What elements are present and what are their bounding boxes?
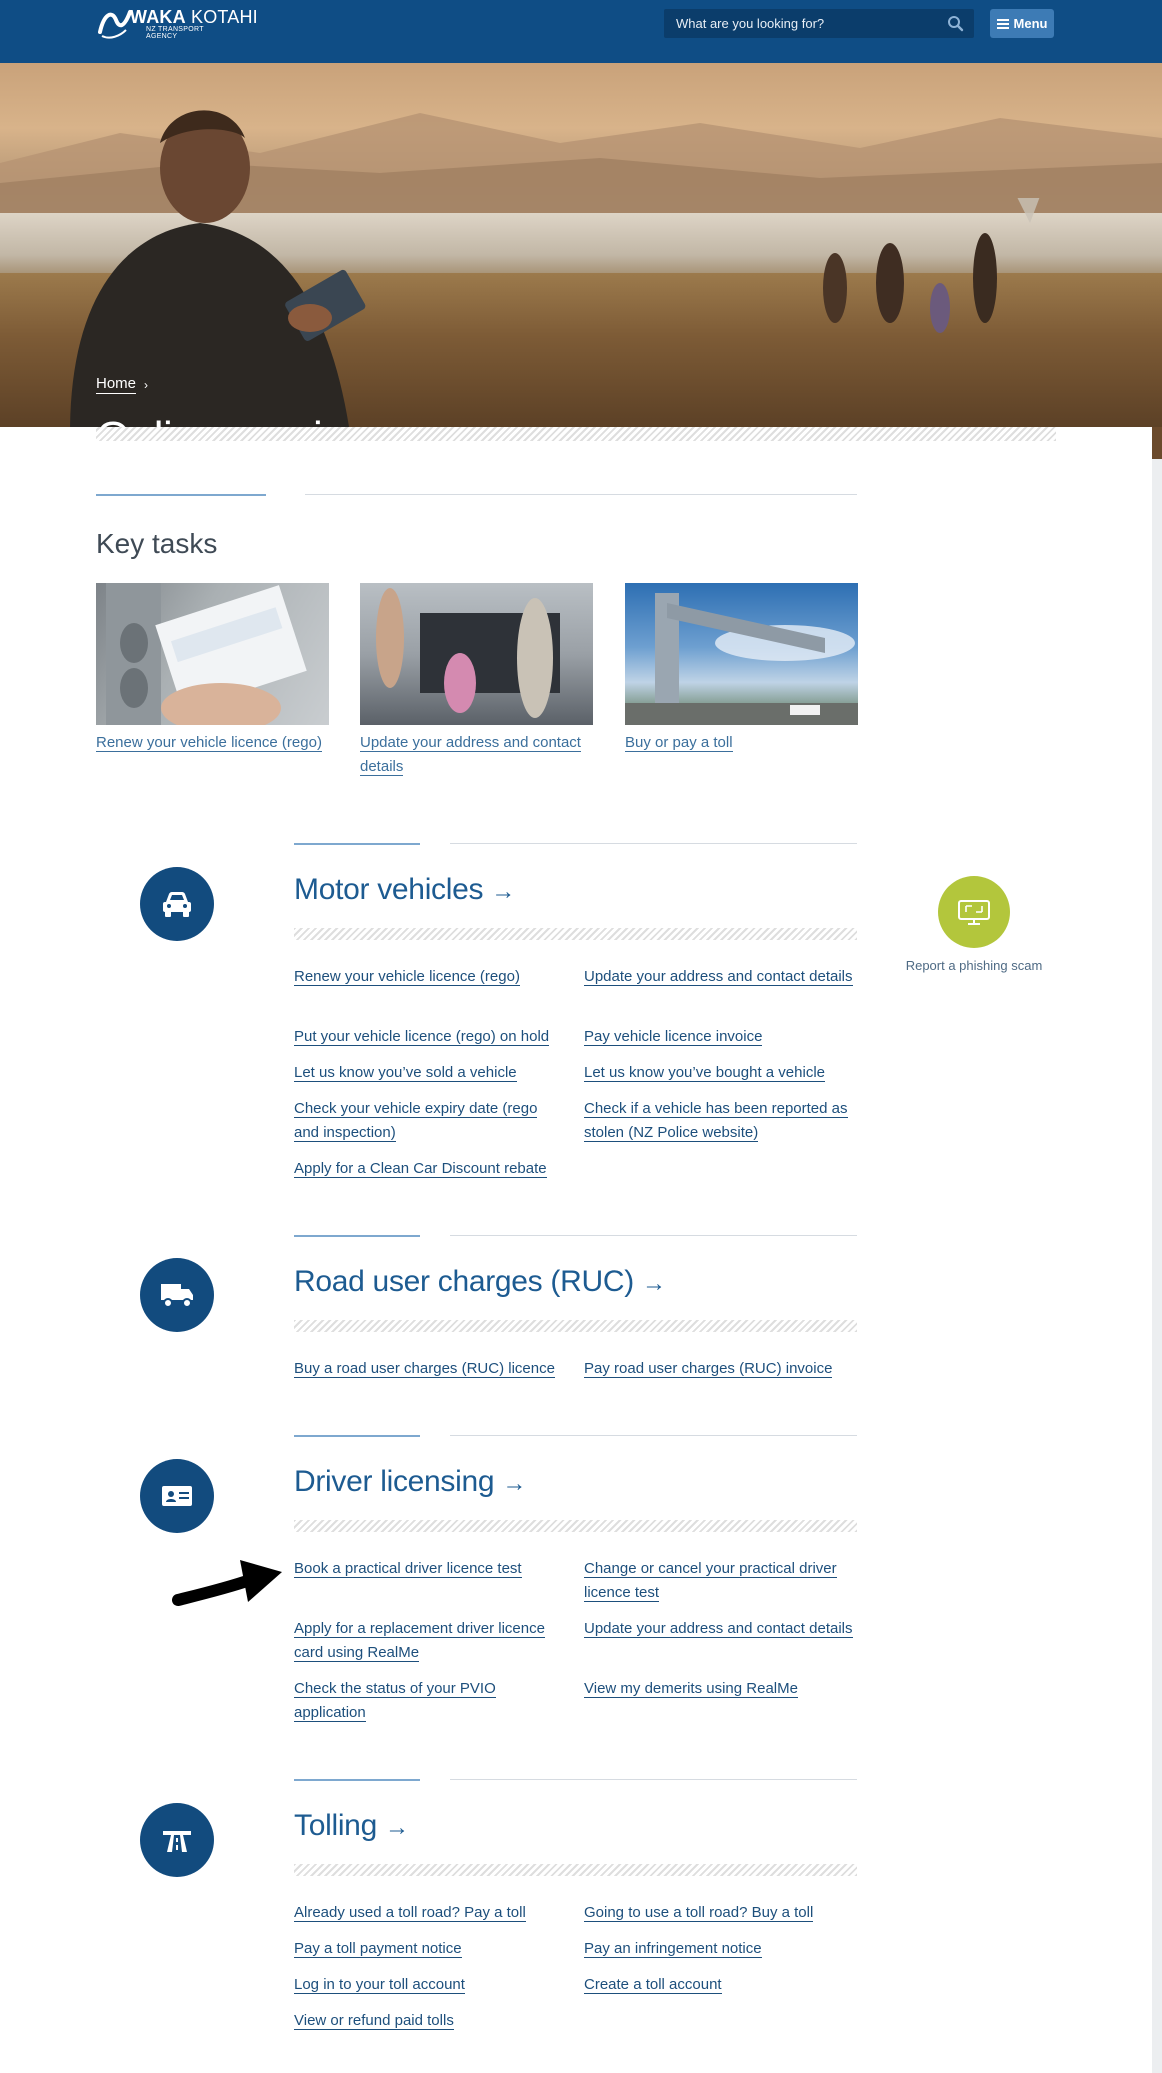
hamburger-icon [996, 18, 1009, 29]
breadcrumb-home-link[interactable]: Home [96, 375, 137, 394]
driver-rule [450, 1435, 857, 1436]
menu-button[interactable]: Menu [990, 9, 1054, 38]
motor-link-rego-hold[interactable]: Put your vehicle licence (rego) on hold [294, 1025, 564, 1049]
toll-link-login[interactable]: Log in to your toll account [294, 1973, 564, 1997]
key-task-rego[interactable]: Renew your vehicle licence (rego) [96, 583, 329, 755]
key-tasks-accent-rule [96, 494, 266, 496]
key-task-rego-link[interactable]: Renew your vehicle licence (rego) [96, 734, 322, 752]
key-tasks-heading: Key tasks [96, 528, 218, 559]
ruc-link-buy[interactable]: Buy a road user charges (RUC) licence [294, 1357, 584, 1381]
pointer-arrow-icon [172, 1560, 282, 1606]
key-task-address[interactable]: Update your address and contact details [360, 583, 593, 779]
driver-link-book-test[interactable]: Book a practical driver licence test [294, 1557, 564, 1581]
ruc-hatch [294, 1320, 857, 1332]
ruc-rule [450, 1235, 857, 1236]
arrow-right-icon: → [385, 1814, 409, 1841]
tolling-rule [450, 1779, 857, 1780]
phishing-label[interactable]: Report a phishing scam [900, 958, 1048, 973]
truck-icon [161, 1284, 193, 1308]
toll-gantry-image [625, 583, 858, 725]
motor-link-stolen-check[interactable]: Check if a vehicle has been reported as … [584, 1097, 864, 1145]
ruc-circle [140, 1258, 214, 1332]
report-phishing[interactable]: Report a phishing scam [900, 876, 1048, 973]
toll-link-buy-toll[interactable]: Going to use a toll road? Buy a toll [584, 1901, 854, 1925]
motor-vehicles-circle [140, 867, 214, 941]
ruc-accent-rule [294, 1235, 420, 1237]
phishing-circle [938, 876, 1010, 948]
toll-link-payment-notice[interactable]: Pay a toll payment notice [294, 1937, 564, 1961]
motor-link-bought-vehicle[interactable]: Let us know you’ve bought a vehicle [584, 1061, 854, 1085]
driver-hatch [294, 1520, 857, 1532]
site-search [664, 9, 974, 38]
search-icon[interactable] [947, 15, 964, 32]
motor-link-pay-invoice[interactable]: Pay vehicle licence invoice [584, 1025, 854, 1049]
hero-family-with-kite [823, 198, 1040, 333]
tolling-hatch [294, 1864, 857, 1876]
logo-tagline: NZ TRANSPORT AGENCY [146, 26, 204, 40]
search-input[interactable] [664, 9, 944, 38]
motor-vehicles-title[interactable]: Motor vehicles → [294, 873, 515, 907]
ruc-link-pay-invoice[interactable]: Pay road user charges (RUC) invoice [584, 1357, 854, 1381]
logo-wordmark: WAKA KOTAHI [130, 7, 258, 27]
key-task-toll[interactable]: Buy or pay a toll [625, 583, 858, 755]
driver-link-pvio-status[interactable]: Check the status of your PVIO applicatio… [294, 1677, 524, 1725]
motor-link-update-address[interactable]: Update your address and contact details [584, 965, 854, 989]
motor-vehicles-hatch [294, 928, 857, 940]
menu-label: Menu [1013, 16, 1048, 31]
motor-link-sold-vehicle[interactable]: Let us know you’ve sold a vehicle [294, 1061, 564, 1085]
hero-hatch-divider [96, 427, 1056, 441]
driver-circle [140, 1459, 214, 1533]
toll-link-view-refund[interactable]: View or refund paid tolls [294, 2009, 564, 2033]
tolling-title[interactable]: Tolling → [294, 1809, 409, 1843]
driver-accent-rule [294, 1435, 420, 1437]
page-scroll-edge-top [1152, 427, 1162, 459]
breadcrumb: Home › [96, 375, 148, 394]
waka-kotahi-logo[interactable]: WAKA KOTAHI NZ TRANSPORT AGENCY [96, 6, 258, 42]
driver-link-update-address[interactable]: Update your address and contact details [584, 1617, 854, 1641]
arrow-right-icon: → [491, 878, 515, 905]
motor-link-clean-car[interactable]: Apply for a Clean Car Discount rebate [294, 1157, 584, 1181]
breadcrumb-separator: › [144, 377, 149, 392]
page-title: Online services [96, 413, 390, 427]
hero-person-with-tablet [70, 110, 366, 427]
site-header: WAKA KOTAHI NZ TRANSPORT AGENCY Menu [0, 0, 1162, 63]
motor-vehicles-rule [450, 843, 857, 844]
key-task-toll-link[interactable]: Buy or pay a toll [625, 734, 733, 752]
driver-link-demerits[interactable]: View my demerits using RealMe [584, 1677, 854, 1701]
motor-vehicles-accent-rule [294, 843, 420, 845]
driver-link-replacement-card[interactable]: Apply for a replacement driver licence c… [294, 1617, 564, 1665]
tolling-accent-rule [294, 1779, 420, 1781]
arrow-right-icon: → [502, 1470, 527, 1497]
driver-licensing-title[interactable]: Driver licensing → [294, 1465, 526, 1499]
toll-link-pay-used[interactable]: Already used a toll road? Pay a toll [294, 1901, 564, 1925]
driver-link-change-test[interactable]: Change or cancel your practical driver l… [584, 1557, 854, 1605]
tolling-circle [140, 1803, 214, 1877]
family-car-image [360, 583, 593, 725]
car-icon [163, 892, 191, 917]
key-tasks-rule [305, 494, 857, 495]
id-card-icon [162, 1486, 192, 1506]
toll-link-create-account[interactable]: Create a toll account [584, 1973, 854, 1997]
page-scroll-edge [1152, 427, 1162, 2073]
computer-warning-icon [958, 900, 990, 925]
hero-banner: Home › Online services [0, 63, 1162, 427]
ruc-title[interactable]: Road user charges (RUC) → [294, 1265, 666, 1299]
toll-link-infringement[interactable]: Pay an infringement notice [584, 1937, 854, 1961]
arrow-right-icon: → [641, 1270, 666, 1297]
motor-link-renew-rego[interactable]: Renew your vehicle licence (rego) [294, 965, 564, 989]
toll-road-icon [163, 1831, 191, 1852]
key-task-address-link[interactable]: Update your address and contact details [360, 734, 581, 776]
motor-link-expiry-date[interactable]: Check your vehicle expiry date (rego and… [294, 1097, 554, 1145]
rego-label-image [96, 583, 329, 725]
